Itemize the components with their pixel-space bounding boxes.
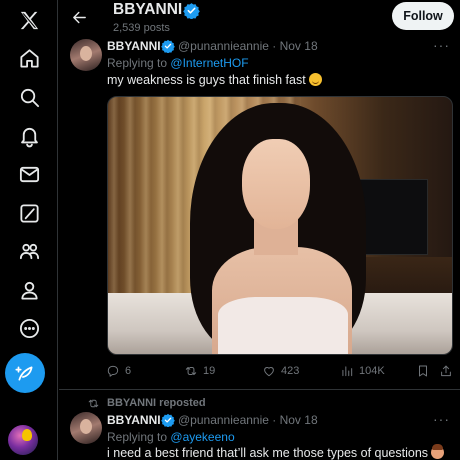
bookmark-button[interactable] [416,364,430,378]
avatar[interactable] [70,412,102,444]
reply-mention-link[interactable]: @ayekeeno [170,430,234,444]
tweet-text: my weakness is guys that finish fast [107,73,322,87]
views-chart-icon [342,366,353,377]
back-arrow-icon [72,11,86,23]
views-button[interactable]: 104K [340,364,385,378]
notifications-icon[interactable] [9,116,49,156]
home-icon[interactable] [9,38,49,78]
repost-indicator[interactable]: BBYANNI reposted [59,397,460,411]
person-emoji-icon [431,444,445,459]
compose-icon [14,366,32,380]
repost-button[interactable]: 19 [184,364,215,378]
photo-face [242,139,310,229]
x-logo-icon[interactable] [9,0,49,40]
like-count: 423 [281,365,300,377]
photo-top [218,297,348,354]
tweet-text: i need a best friend that’ll ask me thos… [107,444,445,460]
profile-header: BBYANNI 2,539 posts Follow [59,0,460,34]
views-count: 104K [359,365,385,377]
grok-icon[interactable] [9,193,49,233]
left-navigation [0,0,58,460]
reply-count: 6 [125,365,132,377]
repost-label: BBYANNI reposted [107,397,206,409]
share-icon [441,365,451,377]
compose-button[interactable] [5,353,45,393]
tweet-actions: 6 19 423 104K [59,362,460,384]
reply-mention-link[interactable]: @InternetHOF [170,56,248,70]
more-options-icon[interactable]: ··· [433,37,450,53]
reply-button[interactable]: 6 [106,364,131,378]
follow-button[interactable]: Follow [392,2,454,30]
tweet-author-name[interactable]: BBYANNI [107,413,161,427]
bookmark-icon [419,365,427,377]
tweet-divider [59,389,460,390]
smirk-emoji-icon [308,73,322,86]
verified-badge-icon [161,413,175,427]
repost-icon [88,399,99,408]
tweet-author-name[interactable]: BBYANNI [107,39,161,53]
replying-to-label: Replying to [107,430,168,444]
repost-icon [185,367,197,375]
communities-icon[interactable] [9,231,49,271]
heart-icon [264,366,274,377]
reply-icon [107,365,119,377]
verified-badge-icon [183,3,200,19]
avatar[interactable] [70,39,102,71]
tweet-handle-time[interactable]: @punannieannie · Nov 18 [178,39,318,53]
tweet-media-photo[interactable] [107,96,453,355]
tweet[interactable]: BBYANNI @punannieannie · Nov 18 ··· Repl… [59,411,460,460]
messages-icon[interactable] [9,154,49,194]
account-avatar[interactable] [8,425,38,455]
tweet-handle-time[interactable]: @punannieannie · Nov 18 [178,413,318,427]
more-options-icon[interactable]: ··· [433,411,450,427]
more-icon[interactable] [9,308,49,348]
tweet-text-body: my weakness is guys that finish fast [107,73,306,87]
like-button[interactable]: 423 [262,364,299,378]
repost-count: 19 [203,365,216,377]
replying-to: Replying to @InternetHOF [107,56,249,70]
verified-badge-icon [161,39,175,53]
replying-to-label: Replying to [107,56,168,70]
profile-name: BBYANNI [113,1,183,18]
explore-icon[interactable] [9,77,49,117]
share-button[interactable] [439,364,453,378]
profile-icon[interactable] [9,270,49,310]
back-button[interactable] [69,7,89,27]
posts-count: 2,539 posts [113,22,170,34]
tweet-text-body: i need a best friend that’ll ask me thos… [107,446,429,460]
replying-to: Replying to @ayekeeno [107,430,235,444]
